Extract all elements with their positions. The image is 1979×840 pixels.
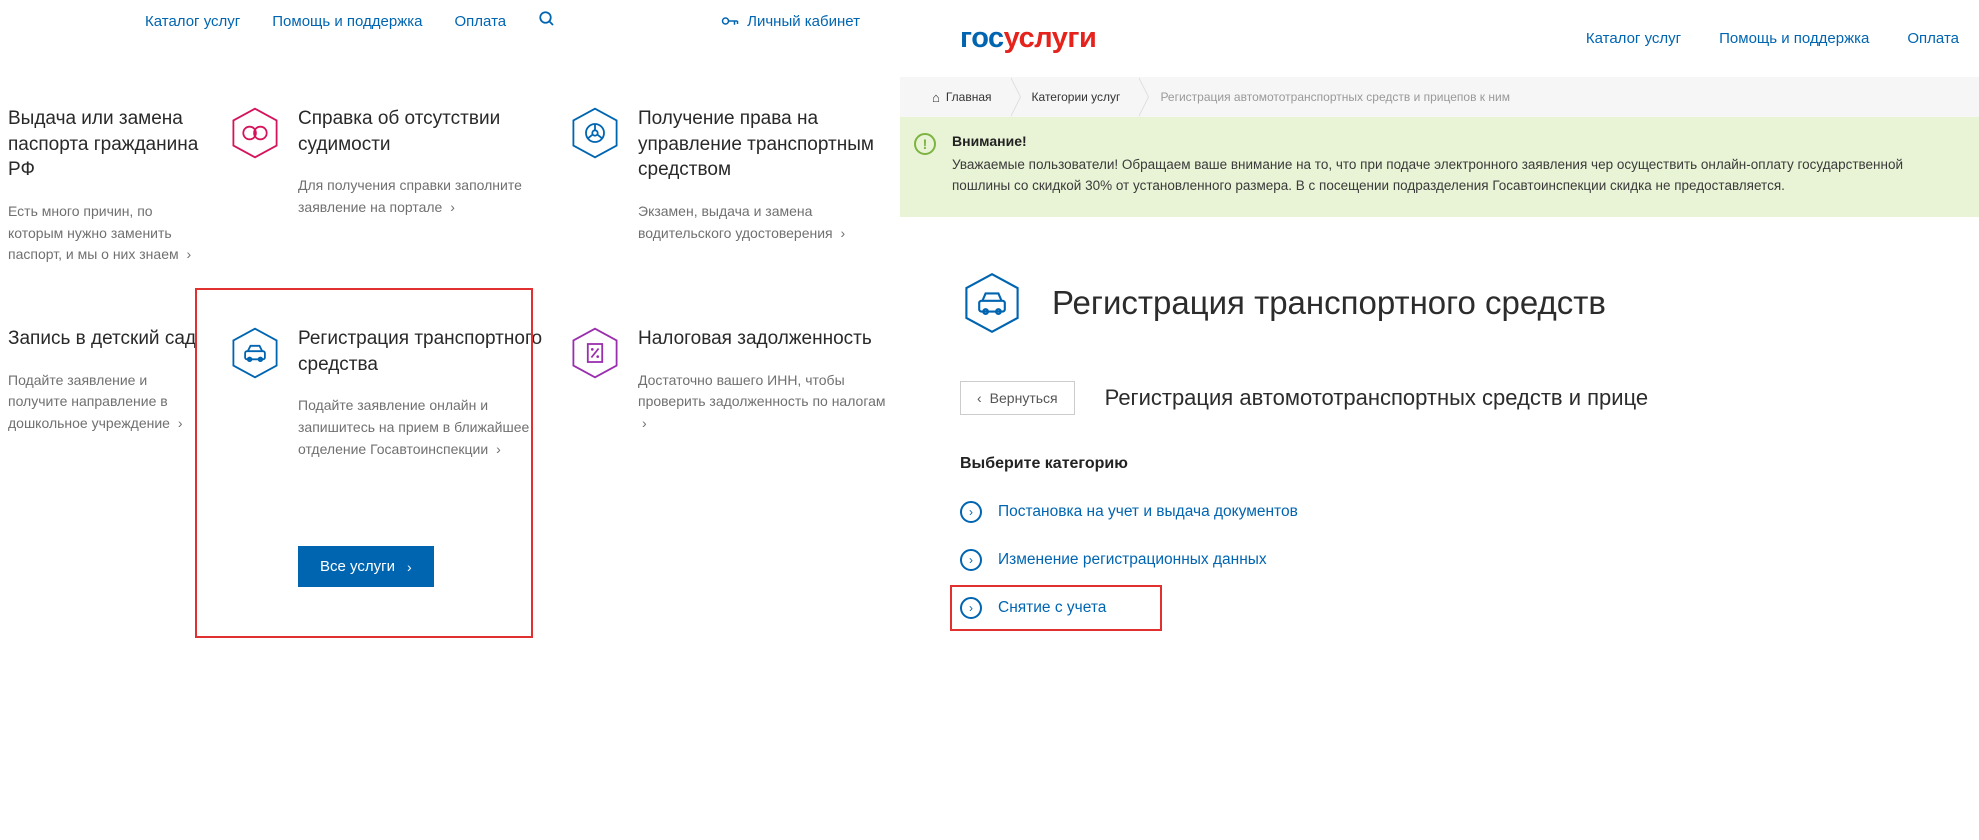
chevron-right-icon: › [837, 225, 846, 241]
card-title: Получение права на управление транспортн… [638, 106, 888, 183]
card-desc: Для получения справки заполните заявлени… [298, 175, 548, 218]
breadcrumb: ⌂ Главная Категории услуг Регистрация ав… [900, 77, 1979, 117]
category-label: Изменение регистрационных данных [998, 551, 1267, 569]
category-item-change-data[interactable]: › Изменение регистрационных данных [960, 549, 1979, 571]
alert-body: Уважаемые пользователи! Обращаем ваше вн… [952, 155, 1959, 197]
category-label: Постановка на учет и выдача документов [998, 503, 1298, 521]
page-title: Регистрация транспортного средств [1052, 284, 1606, 322]
breadcrumb-home[interactable]: ⌂ Главная [910, 77, 1010, 117]
search-icon[interactable] [538, 10, 556, 32]
chevron-right-icon: › [407, 559, 412, 575]
left-top-nav: Каталог услуг Помощь и поддержка Оплата … [0, 0, 900, 46]
car-icon [228, 326, 282, 380]
card-desc: Достаточно вашего ИНН, чтобы проверить з… [638, 370, 888, 435]
card-kindergarten[interactable]: Запись в детский сад Подайте заявление и… [8, 326, 208, 587]
category-item-deregister[interactable]: › Снятие с учета [960, 597, 1979, 619]
card-driving-license[interactable]: Получение права на управление транспортн… [568, 106, 888, 266]
sub-header: ‹ Вернуться Регистрация автомототранспор… [960, 381, 1979, 415]
card-title: Справка об отсутствии судимости [298, 106, 548, 157]
account-link[interactable]: Личный кабинет [721, 13, 860, 30]
key-icon [721, 14, 739, 28]
gosuslugi-logo[interactable]: госуслуги [960, 22, 1096, 55]
nav-help[interactable]: Помощь и поддержка [272, 13, 422, 30]
chevron-right-icon: › [642, 415, 647, 431]
card-desc: Экзамен, выдача и замена водительского у… [638, 201, 888, 244]
right-top-nav: госуслуги Каталог услуг Помощь и поддерж… [960, 0, 1979, 77]
nav-help[interactable]: Помощь и поддержка [1719, 30, 1869, 47]
card-desc: Подайте заявление и получите направление… [8, 370, 208, 435]
nav-catalog[interactable]: Каталог услуг [145, 13, 240, 30]
all-services-button[interactable]: Все услуги › [298, 546, 434, 587]
breadcrumb-categories[interactable]: Категории услуг [1010, 77, 1139, 117]
chevron-right-icon: › [183, 246, 192, 262]
card-criminal-record[interactable]: Справка об отсутствии судимости Для полу… [228, 106, 548, 266]
alert-title: Внимание! [952, 133, 1959, 149]
category-list: › Постановка на учет и выдача документов… [960, 501, 1979, 619]
services-grid: Выдача или замена паспорта гражданина РФ… [0, 46, 900, 587]
chevron-right-icon: › [492, 441, 501, 457]
chevron-left-icon: ‹ [977, 390, 982, 406]
account-label: Личный кабинет [747, 13, 860, 30]
handcuffs-icon [228, 106, 282, 160]
card-title: Регистрация транспортного средства [298, 326, 548, 377]
chevron-right-icon: › [174, 415, 183, 431]
card-title: Налоговая задолженность [638, 326, 888, 352]
arrow-circle-icon: › [960, 549, 982, 571]
card-title: Выдача или замена паспорта гражданина РФ [8, 106, 208, 183]
card-tax-debt[interactable]: Налоговая задолженность Достаточно вашег… [568, 326, 888, 587]
choose-category-label: Выберите категорию [960, 455, 1979, 473]
arrow-circle-icon: › [960, 597, 982, 619]
chevron-right-icon: › [446, 199, 455, 215]
category-item-registration[interactable]: › Постановка на учет и выдача документов [960, 501, 1979, 523]
card-vehicle-registration[interactable]: Регистрация транспортного средства Подай… [228, 326, 548, 587]
nav-pay[interactable]: Оплата [455, 13, 507, 30]
car-icon [960, 271, 1024, 335]
card-title: Запись в детский сад [8, 326, 208, 352]
card-desc: Есть много причин, по которым нужно заме… [8, 201, 208, 266]
card-desc: Подайте заявление онлайн и запишитесь на… [298, 395, 548, 460]
back-label: Вернуться [990, 390, 1058, 406]
card-passport[interactable]: Выдача или замена паспорта гражданина РФ… [8, 106, 208, 266]
steering-wheel-icon [568, 106, 622, 160]
category-label: Снятие с учета [998, 599, 1106, 617]
breadcrumb-current: Регистрация автомототранспортных средств… [1138, 77, 1528, 117]
home-icon: ⌂ [932, 90, 940, 105]
percent-document-icon [568, 326, 622, 380]
all-services-label: Все услуги [320, 558, 395, 575]
back-button[interactable]: ‹ Вернуться [960, 381, 1075, 415]
nav-pay[interactable]: Оплата [1907, 30, 1959, 47]
sub-title: Регистрация автомототранспортных средств… [1105, 385, 1649, 411]
nav-catalog[interactable]: Каталог услуг [1586, 30, 1681, 47]
page-hero: Регистрация транспортного средств [960, 271, 1979, 335]
attention-alert: ! Внимание! Уважаемые пользователи! Обра… [900, 117, 1979, 217]
arrow-circle-icon: › [960, 501, 982, 523]
alert-icon: ! [914, 133, 936, 155]
